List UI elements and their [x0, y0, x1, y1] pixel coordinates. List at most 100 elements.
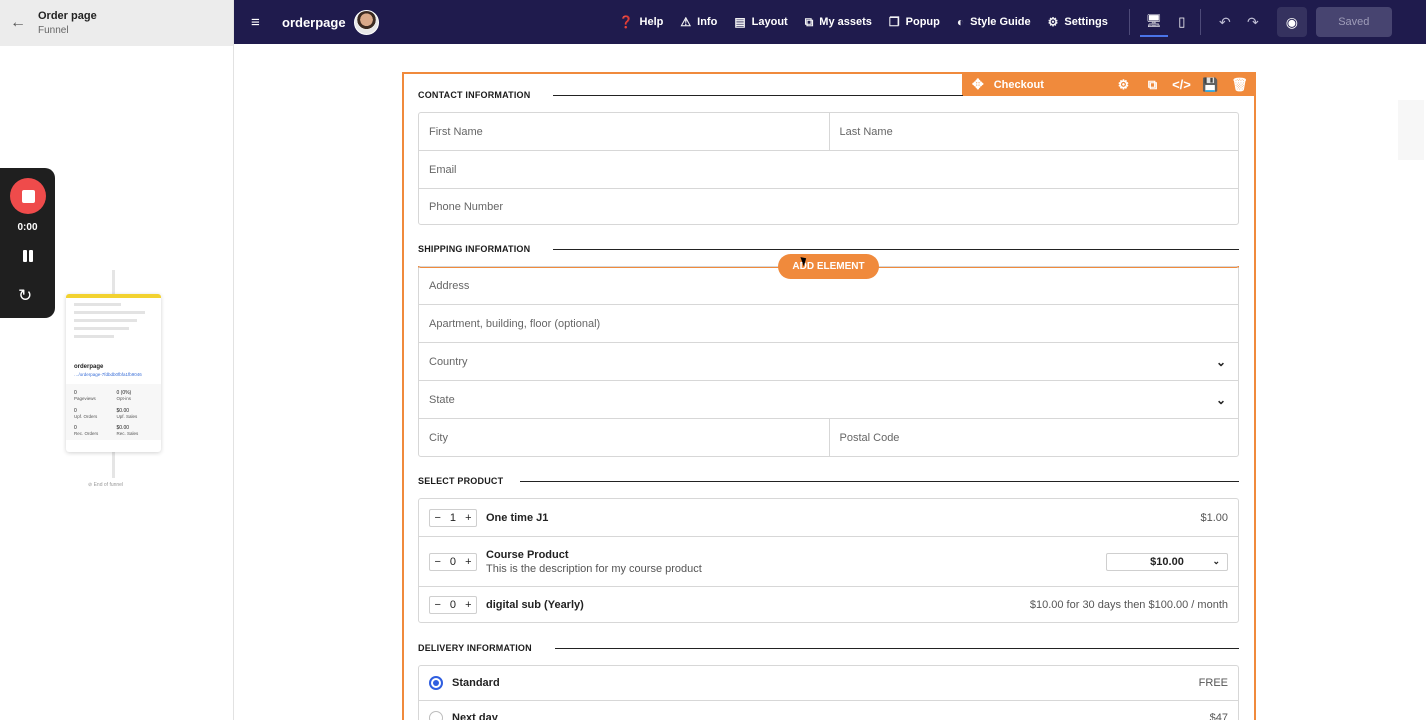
shipping-fields: Address Apartment, building, floor (opti… — [418, 266, 1239, 457]
page-thumbnail — [66, 298, 161, 358]
style-guide-button[interactable]: ◐ Style Guide — [957, 15, 1031, 29]
left-panel: ← Order page Funnel orderpage …/orderpag… — [0, 0, 234, 720]
quantity-input[interactable]: 0 — [445, 556, 460, 568]
delivery-name: Standard — [452, 677, 500, 689]
product-row: −1 + One time J1 $1.00 — [419, 499, 1238, 536]
move-icon[interactable]: ✥ — [972, 76, 984, 93]
minus-button[interactable]: − — [430, 556, 445, 568]
pause-icon[interactable] — [20, 248, 36, 264]
minus-button[interactable]: − — [430, 599, 445, 611]
help-button[interactable]: ❓ Help — [619, 15, 664, 29]
preview-eye-icon[interactable]: ◉ — [1276, 7, 1307, 37]
element-label: Checkout — [993, 78, 1044, 91]
popup-button[interactable]: ❐ Popup — [889, 15, 940, 29]
trash-icon[interactable]: 🗑 — [1225, 77, 1254, 93]
plus-button[interactable]: + — [461, 512, 476, 524]
settings-icon: ⚙ — [1047, 15, 1059, 29]
toolbar-divider — [1128, 9, 1130, 35]
stat-item: 0 (0%) Opt-ins — [116, 390, 132, 401]
desktop-view-icon[interactable]: 🖥 — [1139, 7, 1168, 37]
delivery-price: FREE — [1198, 677, 1228, 689]
postal-code-field[interactable]: Postal Code — [828, 419, 1239, 457]
radio-button[interactable] — [429, 710, 443, 720]
email-field[interactable]: Email — [419, 151, 1238, 188]
contact-fields: First Name Last Name Email Phone Number — [418, 112, 1239, 225]
page-title: Order page — [38, 10, 97, 22]
radio-button-selected[interactable] — [429, 676, 443, 690]
section-divider — [520, 481, 1239, 482]
quantity-input[interactable]: 1 — [445, 512, 460, 524]
my-assets-button[interactable]: ⧉ My assets — [805, 15, 872, 30]
add-element-button[interactable]: ADD ELEMENT — [778, 254, 879, 279]
page-subtitle: Funnel — [38, 25, 69, 36]
first-name-field[interactable]: First Name — [419, 113, 829, 150]
city-field[interactable]: City — [419, 419, 829, 457]
last-name-field[interactable]: Last Name — [828, 113, 1239, 150]
delivery-option[interactable]: Next day $47 — [419, 700, 1238, 720]
product-description: This is the description for my course pr… — [486, 562, 702, 575]
funnel-step-card[interactable]: orderpage …/orderpage-7fdbdb0fbfa1fb9046… — [66, 294, 161, 452]
section-divider — [555, 648, 1239, 649]
contact-section-title: CONTACT INFORMATION — [418, 90, 531, 100]
save-icon[interactable]: 💾 — [1196, 77, 1225, 93]
toolbar-divider — [1199, 9, 1201, 35]
redo-icon[interactable]: ↷ — [1239, 14, 1267, 31]
delivery-section-title: DELIVERY INFORMATION — [418, 643, 532, 653]
help-circle-icon: ❓ — [618, 15, 634, 29]
chevron-down-icon: ⌄ — [1215, 392, 1226, 407]
info-button[interactable]: ⚠ Info — [680, 15, 717, 29]
country-select[interactable]: Country ⌄ — [419, 342, 1238, 380]
apartment-field[interactable]: Apartment, building, floor (optional) — [419, 305, 1238, 342]
stop-recording-button[interactable] — [10, 178, 46, 214]
layout-button[interactable]: ▤ Layout — [734, 15, 787, 29]
layout-icon: ▤ — [734, 15, 746, 29]
assets-icon: ⧉ — [804, 14, 814, 29]
delivery-option[interactable]: Standard FREE — [419, 666, 1238, 700]
product-price: $10.00 for 30 days then $100.00 / month — [1029, 599, 1228, 611]
saved-button[interactable]: Saved — [1315, 7, 1392, 37]
hamburger-menu-icon[interactable]: ≡ — [251, 14, 265, 31]
warning-triangle-icon: ⚠ — [680, 15, 692, 29]
chevron-down-icon: ⌄ — [1212, 556, 1220, 566]
duplicate-icon[interactable]: ⧉ — [1138, 77, 1167, 93]
funnel-step-url[interactable]: …/orderpage-7fdbdb0fbfa1fb9046 — [66, 370, 161, 378]
checkout-element-toolbar: ✥ Checkout ⚙ ⧉ </> 💾 🗑 — [962, 73, 1254, 96]
plus-button[interactable]: + — [461, 599, 476, 611]
stat-item: 0 Upf. Orders — [74, 407, 98, 419]
gear-icon[interactable]: ⚙ — [1109, 77, 1138, 93]
code-icon[interactable]: </> — [1167, 77, 1196, 92]
mobile-view-icon[interactable]: ▯ — [1168, 7, 1196, 37]
quantity-stepper: −0 + — [429, 596, 477, 614]
product-name: digital sub (Yearly) — [486, 599, 584, 611]
arrow-left-icon[interactable]: ← — [10, 14, 30, 32]
price-option-select[interactable]: $10.00 ⌄ — [1106, 552, 1228, 571]
product-section-title: SELECT PRODUCT — [418, 476, 504, 486]
stat-item: $0.00 Rec. Sales — [116, 425, 139, 437]
quantity-stepper: −0 + — [429, 552, 477, 571]
quantity-input[interactable]: 0 — [445, 599, 460, 611]
settings-button[interactable]: ⚙ Settings — [1048, 15, 1108, 29]
plus-button[interactable]: + — [461, 556, 476, 568]
stat-item: 0 Pageviews — [74, 390, 96, 401]
undo-icon[interactable]: ↶ — [1211, 14, 1239, 31]
product-name: One time J1 — [486, 511, 549, 524]
scrollbar[interactable] — [1398, 100, 1424, 160]
product-row: −0 + Course Product This is the descripti… — [419, 536, 1238, 586]
delivery-name: Next day — [452, 711, 498, 720]
editor-toolbar: ≡ orderpage ❓ Help ⚠ Info ▤ Layout ⧉ My asse… — [234, 0, 1426, 44]
section-divider — [553, 249, 1239, 250]
product-row: −0 + digital sub (Yearly) $10.00 for 30 d… — [419, 586, 1238, 623]
restart-icon[interactable]: ↻ — [18, 286, 32, 306]
minus-button[interactable]: − — [430, 512, 445, 524]
funnel-brand: orderpage — [282, 14, 346, 30]
funnel-connector — [112, 452, 115, 478]
palette-icon: ◐ — [956, 15, 965, 29]
avatar[interactable] — [353, 9, 379, 35]
section-divider — [553, 95, 963, 96]
stat-item: $0.00 Upf. Sales — [116, 407, 138, 419]
product-name-block: Course Product This is the description f… — [486, 549, 702, 575]
product-name: Course Product — [486, 548, 569, 561]
product-list: −1 + One time J1 $1.00 −0 + Course Product… — [418, 498, 1239, 623]
phone-field[interactable]: Phone Number — [419, 189, 1238, 225]
state-select[interactable]: State ⌄ — [419, 380, 1238, 418]
